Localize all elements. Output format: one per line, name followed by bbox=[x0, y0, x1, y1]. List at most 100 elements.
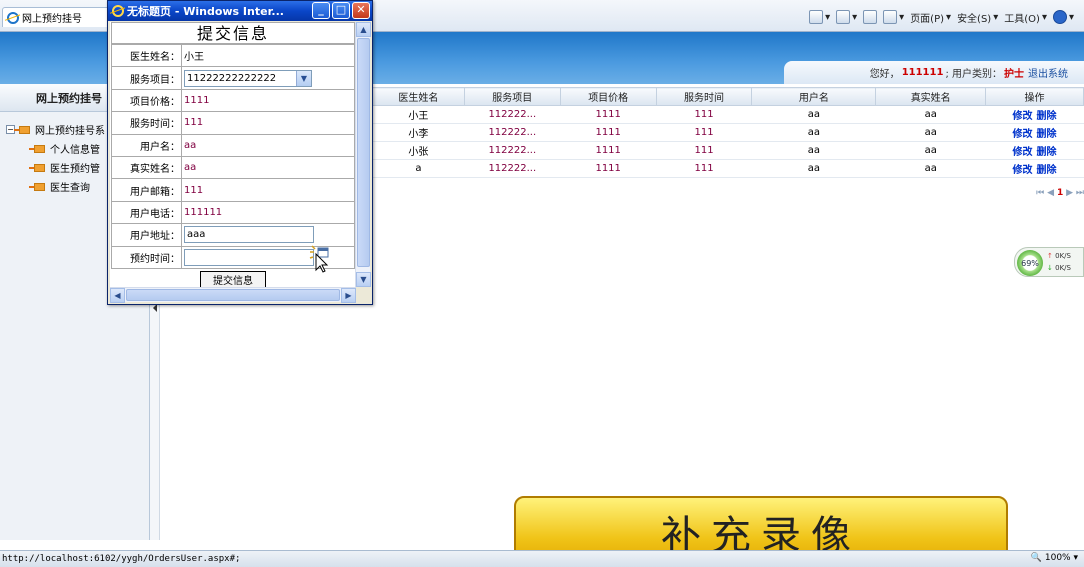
ie-logo-icon bbox=[7, 11, 19, 24]
column-header: 用户名 bbox=[751, 87, 877, 106]
table-cell: 111 bbox=[656, 123, 752, 142]
zoom-control[interactable]: 🔍 100% ▾ bbox=[1031, 553, 1078, 563]
table-cell: aa bbox=[875, 105, 986, 124]
column-header: 操作 bbox=[985, 87, 1084, 106]
doctor-name-value: 小王 bbox=[181, 43, 355, 68]
network-monitor[interactable]: 69% ↑ 0K/S ↓ 0K/S bbox=[1014, 247, 1084, 277]
browser-tab[interactable]: 网上预约挂号 bbox=[2, 7, 110, 27]
browser-tab-title: 网上预约挂号 bbox=[22, 14, 82, 25]
appointment-time-input[interactable] bbox=[184, 248, 314, 266]
email-value: 111 bbox=[181, 178, 355, 202]
table-cell: aa bbox=[875, 123, 986, 142]
table-cell: 小李 bbox=[372, 123, 465, 142]
mail-icon bbox=[863, 10, 878, 24]
phone-value: 111111 bbox=[181, 200, 355, 225]
form-row-address: 用户地址： bbox=[111, 223, 355, 247]
field-label: 用户电话： bbox=[111, 200, 182, 225]
field-label: 预约时间： bbox=[111, 245, 182, 269]
table-cell: aa bbox=[875, 159, 986, 178]
table-cell: 112222... bbox=[464, 105, 561, 124]
form-row-email: 用户邮箱： 111 bbox=[111, 178, 355, 202]
delete-link[interactable]: 删除 bbox=[1037, 147, 1057, 158]
home-button[interactable]: ▾ bbox=[809, 10, 830, 24]
download-arrow-icon: ↓ bbox=[1047, 264, 1053, 272]
column-header: 项目价格 bbox=[559, 87, 657, 106]
table-actions: 修改 删除 bbox=[985, 141, 1084, 160]
address-input[interactable] bbox=[184, 226, 314, 244]
field-label: 用户名： bbox=[111, 133, 182, 157]
form-row-realname: 真实姓名： aa bbox=[111, 155, 355, 180]
edit-link[interactable]: 修改 bbox=[1013, 129, 1033, 140]
real-name-value: aa bbox=[181, 155, 355, 180]
scroll-left-icon[interactable]: ◀ bbox=[110, 288, 125, 303]
zoom-level: 100% bbox=[1044, 553, 1071, 563]
next-page-button[interactable]: ▶ bbox=[1066, 188, 1073, 198]
table-cell: a bbox=[372, 159, 465, 178]
scroll-right-icon[interactable]: ▶ bbox=[341, 288, 356, 303]
mail-button[interactable] bbox=[863, 10, 878, 24]
submit-button[interactable]: 提交信息 bbox=[200, 271, 266, 287]
minimize-button[interactable]: _ bbox=[312, 2, 330, 19]
popup-title: 无标题页 - Windows Inter... bbox=[127, 5, 284, 18]
vertical-scrollbar[interactable]: ▲ ▼ bbox=[355, 22, 371, 287]
tools-menu[interactable]: 工具(O) ▾ bbox=[1004, 10, 1047, 25]
column-header: 医生姓名 bbox=[372, 87, 465, 106]
prev-page-button[interactable]: ◀ bbox=[1047, 188, 1054, 198]
pager: ⏮ ◀ 1 ▶ ⏭ bbox=[1036, 188, 1084, 198]
table-cell: aa bbox=[875, 141, 986, 160]
table-cell: 1111 bbox=[560, 159, 657, 178]
close-button[interactable]: ✕ bbox=[352, 2, 370, 19]
maximize-button[interactable]: □ bbox=[332, 2, 350, 19]
orders-table: 医生姓名 服务项目 项目价格 服务时间 用户名 真实姓名 操作 小王 112222… bbox=[372, 87, 1084, 178]
table-cell: 1111 bbox=[560, 123, 657, 142]
command-bar: ▾ ▾ ▾ 页面(P) ▾ 安全(S) ▾ 工具(O) ▾ ▾ bbox=[809, 8, 1074, 26]
safety-menu[interactable]: 安全(S) ▾ bbox=[957, 10, 998, 25]
scroll-down-icon[interactable]: ▼ bbox=[356, 272, 371, 287]
table-cell: 112222... bbox=[464, 159, 561, 178]
scroll-up-icon[interactable]: ▲ bbox=[356, 22, 371, 37]
table-cell: 111 bbox=[656, 159, 752, 178]
table-cell: 1111 bbox=[560, 141, 657, 160]
edit-link[interactable]: 修改 bbox=[1013, 111, 1033, 122]
table-cell: aa bbox=[751, 141, 876, 160]
service-select[interactable]: 11222222222222 ▼ bbox=[184, 69, 312, 87]
upload-arrow-icon: ↑ bbox=[1047, 252, 1053, 260]
feeds-button[interactable]: ▾ bbox=[836, 10, 857, 24]
first-page-button[interactable]: ⏮ bbox=[1036, 188, 1044, 198]
popup-titlebar[interactable]: 无标题页 - Windows Inter... _ □ ✕ bbox=[108, 1, 372, 21]
table-cell: aa bbox=[751, 159, 876, 178]
table-row: 小王 112222... 1111 111 aa aa 修改 删除 bbox=[372, 105, 1084, 124]
collapse-arrow-icon[interactable] bbox=[153, 304, 157, 312]
upload-speed-value: 0K/S bbox=[1055, 252, 1071, 260]
download-speed: ↓ 0K/S bbox=[1047, 264, 1071, 272]
delete-link[interactable]: 删除 bbox=[1037, 165, 1057, 176]
help-button[interactable]: ▾ bbox=[1052, 10, 1074, 24]
delete-link[interactable]: 删除 bbox=[1037, 129, 1057, 140]
sidebar-item-label: 医生预约管 bbox=[50, 164, 100, 175]
table-header-row: 医生姓名 服务项目 项目价格 服务时间 用户名 真实姓名 操作 bbox=[372, 87, 1084, 106]
scroll-thumb[interactable] bbox=[126, 289, 340, 301]
edit-link[interactable]: 修改 bbox=[1013, 147, 1033, 158]
form-row-time: 服务时间： 111 bbox=[111, 111, 355, 135]
greeting-text: 您好， bbox=[869, 69, 900, 80]
page-menu[interactable]: 页面(P) ▾ bbox=[910, 10, 951, 25]
edit-link[interactable]: 修改 bbox=[1013, 165, 1033, 176]
user-info: 您好， 111111 ; 用户类别： 护士 退出系统 bbox=[784, 61, 1084, 84]
chevron-down-icon[interactable]: ▼ bbox=[296, 70, 311, 86]
service-time-value: 111 bbox=[181, 111, 355, 135]
current-page[interactable]: 1 bbox=[1057, 188, 1063, 198]
field-label: 服务时间： bbox=[111, 111, 182, 135]
form-title: 提交信息 bbox=[111, 22, 355, 44]
field-label: 项目价格： bbox=[111, 88, 182, 113]
folder-icon bbox=[14, 125, 30, 134]
field-label: 真实姓名： bbox=[111, 155, 182, 180]
last-page-button[interactable]: ⏭ bbox=[1076, 188, 1084, 198]
tree-root-label: 网上预约挂号系 bbox=[35, 126, 105, 137]
delete-link[interactable]: 删除 bbox=[1037, 111, 1057, 122]
field-label: 用户地址： bbox=[111, 223, 182, 247]
print-button[interactable]: ▾ bbox=[883, 10, 904, 24]
scroll-thumb[interactable] bbox=[357, 38, 370, 267]
logout-link[interactable]: 退出系统 bbox=[1028, 65, 1068, 80]
horizontal-scrollbar[interactable]: ◀ ▶ bbox=[110, 287, 356, 303]
table-row: a 112222... 1111 111 aa aa 修改 删除 bbox=[372, 159, 1084, 178]
